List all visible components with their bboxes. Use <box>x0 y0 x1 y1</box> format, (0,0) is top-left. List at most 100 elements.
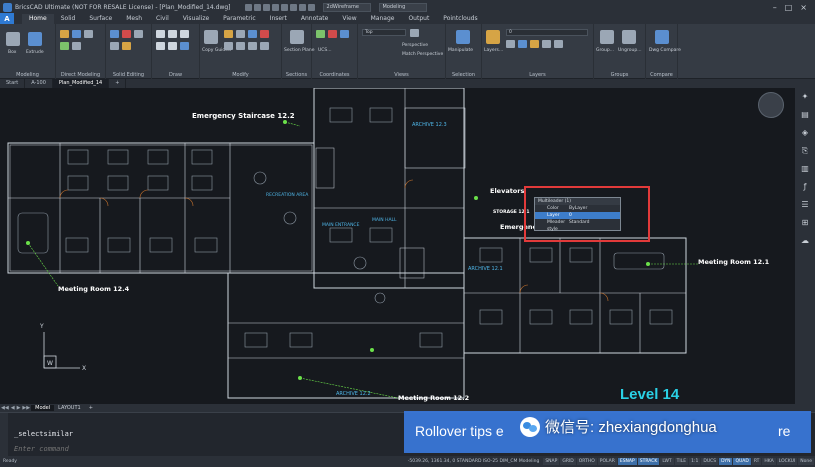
rectangle-icon[interactable] <box>156 42 165 50</box>
new-icon[interactable] <box>244 3 252 11</box>
layer-icon[interactable] <box>298 3 306 11</box>
view-combo[interactable]: Top <box>362 29 406 36</box>
fillet-edge-icon[interactable] <box>110 42 119 50</box>
drawing-canvas[interactable]: Y X W Emergency Staircase 12.2 ARCHIVE 1… <box>0 88 795 404</box>
offset-icon[interactable] <box>236 42 245 50</box>
new-tab-button[interactable]: + <box>109 79 127 88</box>
tab-layout1[interactable]: LAYOUT1 <box>54 405 85 411</box>
move-face-icon[interactable] <box>72 30 81 38</box>
layer-isolate-icon[interactable] <box>542 40 551 48</box>
function-icon[interactable]: ƒ <box>800 182 810 192</box>
doc-tab-a100[interactable]: A-100 <box>25 79 53 88</box>
match-perspective-toggle[interactable]: Match Perspective <box>402 52 443 57</box>
cloud-icon[interactable]: ☁ <box>800 236 810 246</box>
layers-icon[interactable] <box>486 30 500 44</box>
rotate-icon[interactable] <box>236 30 245 38</box>
library-icon[interactable]: ▥ <box>800 164 810 174</box>
tab-home[interactable]: Home <box>22 14 54 24</box>
union-icon[interactable] <box>110 30 119 38</box>
layer-off-icon[interactable] <box>506 40 515 48</box>
box-icon[interactable] <box>6 32 20 46</box>
circle-icon[interactable] <box>180 30 189 38</box>
polyline-icon[interactable] <box>168 30 177 38</box>
perspective-toggle[interactable]: Perspective <box>402 43 428 48</box>
close-icon[interactable]: × <box>800 3 807 12</box>
extrude-icon[interactable] <box>28 32 42 46</box>
doc-tab-start[interactable]: Start <box>0 79 26 88</box>
hatch-icon[interactable] <box>180 42 189 50</box>
tab-civil[interactable]: Civil <box>149 14 176 24</box>
status-scale[interactable]: 1:1 <box>689 458 701 465</box>
status-lwt[interactable]: LWT <box>660 458 674 465</box>
group-icon[interactable] <box>600 30 614 44</box>
navigation-orb-icon[interactable] <box>758 92 784 118</box>
status-lockui[interactable]: LOCKUI <box>776 458 798 465</box>
extend-icon[interactable] <box>260 42 269 50</box>
mirror-icon[interactable] <box>224 42 233 50</box>
chamfer-edge-icon[interactable] <box>122 42 131 50</box>
move-icon[interactable] <box>224 30 233 38</box>
tab-annotate[interactable]: Annotate <box>294 14 335 24</box>
subtract-icon[interactable] <box>122 30 131 38</box>
tab-manage[interactable]: Manage <box>364 14 402 24</box>
attach-icon[interactable]: ⎘ <box>800 146 810 156</box>
undo-icon[interactable] <box>280 3 288 11</box>
layer-match-icon[interactable] <box>554 40 563 48</box>
push-pull-icon[interactable] <box>60 30 69 38</box>
ucs-icon[interactable] <box>316 30 325 38</box>
status-ortho[interactable]: ORTHO <box>576 458 597 465</box>
status-hka[interactable]: HKA <box>762 458 776 465</box>
add-layout-button[interactable]: + <box>85 405 97 411</box>
offset-icon[interactable] <box>60 42 69 50</box>
tab-solid[interactable]: Solid <box>54 14 83 24</box>
trim-icon[interactable] <box>248 42 257 50</box>
layer-lock-icon[interactable] <box>530 40 539 48</box>
tab-visualize[interactable]: Visualize <box>176 14 216 24</box>
save-icon[interactable] <box>262 3 270 11</box>
status-strack[interactable]: STRACK <box>637 458 660 465</box>
arc-icon[interactable] <box>168 42 177 50</box>
structure-icon[interactable]: ☰ <box>800 200 810 210</box>
intersect-icon[interactable] <box>134 30 143 38</box>
visual-style-combo[interactable]: 2dWireframe <box>322 2 371 12</box>
layers-icon[interactable]: ◈ <box>800 128 810 138</box>
lightbulb-icon[interactable]: ✦ <box>800 92 810 102</box>
layer-freeze-icon[interactable] <box>518 40 527 48</box>
print-icon[interactable] <box>271 3 279 11</box>
status-quad[interactable]: QUAD <box>733 458 751 465</box>
ucs-3point-icon[interactable] <box>340 30 349 38</box>
tab-pointclouds[interactable]: Pointclouds <box>436 14 484 24</box>
layer-combo[interactable]: 0 <box>506 29 588 36</box>
drawing-explorer-icon[interactable]: ⊞ <box>800 218 810 228</box>
status-ducs[interactable]: DUCS <box>701 458 719 465</box>
tab-insert[interactable]: Insert <box>263 14 294 24</box>
last-layout-icon[interactable]: ▶▶ <box>21 405 31 411</box>
command-input[interactable] <box>14 445 374 453</box>
copy-guided-icon[interactable] <box>204 30 218 44</box>
doc-tab-plan[interactable]: Plan_Modified_14 <box>52 79 110 88</box>
manipulate-icon[interactable] <box>456 30 470 44</box>
tab-output[interactable]: Output <box>401 14 436 24</box>
rotate-face-icon[interactable] <box>84 30 93 38</box>
properties-icon[interactable] <box>307 3 315 11</box>
redo-icon[interactable] <box>289 3 297 11</box>
tab-surface[interactable]: Surface <box>82 14 119 24</box>
open-icon[interactable] <box>253 3 261 11</box>
status-grid[interactable]: GRID <box>560 458 576 465</box>
status-none[interactable]: None <box>798 458 814 465</box>
status-rt[interactable]: RT <box>751 458 762 465</box>
status-dyn[interactable]: DYN <box>719 458 733 465</box>
status-tile[interactable]: TILE <box>674 458 689 465</box>
erase-icon[interactable] <box>260 30 269 38</box>
tab-view[interactable]: View <box>335 14 363 24</box>
view-cube-icon[interactable] <box>410 29 419 37</box>
properties-icon[interactable]: ▤ <box>800 110 810 120</box>
status-snap[interactable]: SNAP <box>543 458 560 465</box>
taper-icon[interactable] <box>72 42 81 50</box>
maximize-icon[interactable]: □ <box>785 3 793 12</box>
scale-icon[interactable] <box>248 30 257 38</box>
tab-model[interactable]: Model <box>31 405 55 411</box>
status-esnap[interactable]: ESNAP <box>617 458 637 465</box>
dwg-compare-icon[interactable] <box>655 30 669 44</box>
minimize-icon[interactable]: – <box>773 3 777 12</box>
